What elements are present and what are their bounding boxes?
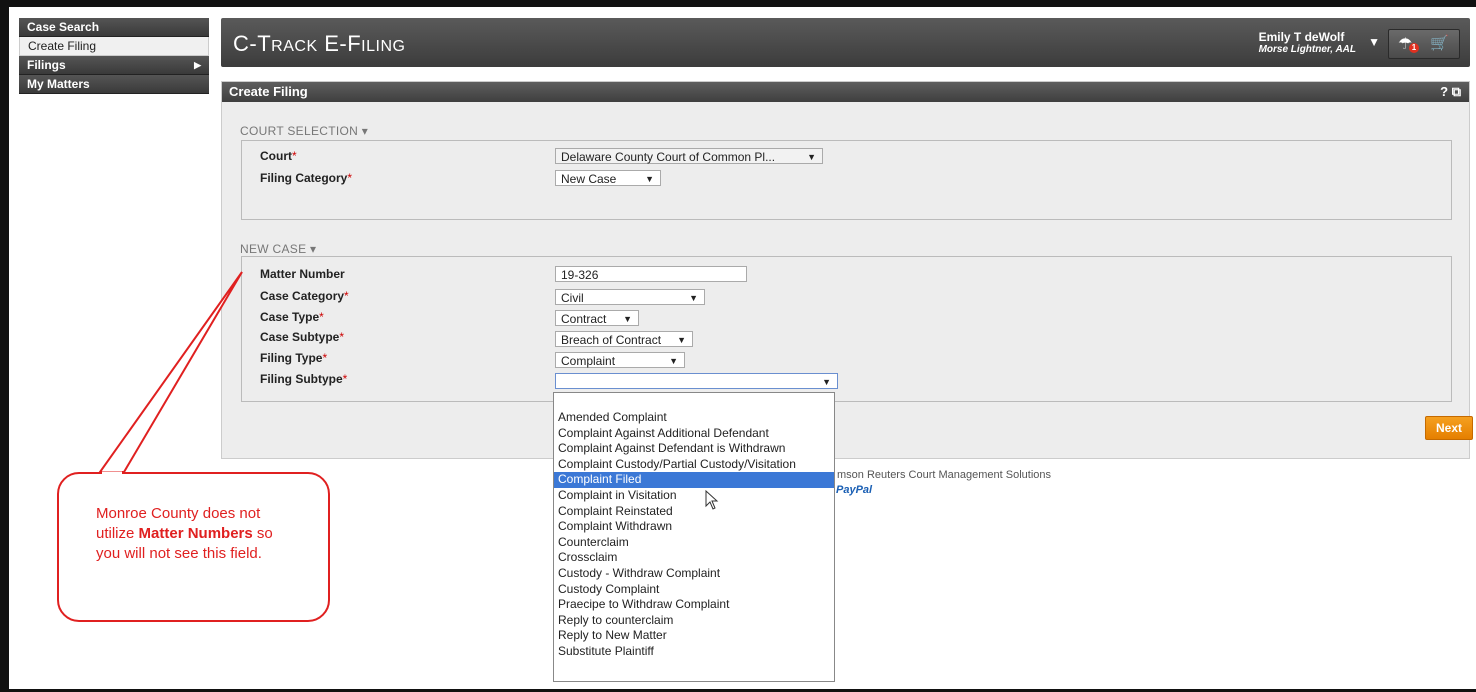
dropdown-option[interactable] bbox=[554, 393, 834, 410]
case-subtype-value: Breach of Contract bbox=[561, 333, 662, 347]
dropdown-arrow-icon: ▼ bbox=[677, 335, 686, 345]
user-name: Emily T deWolf bbox=[1258, 30, 1345, 44]
dropdown-arrow-icon: ▼ bbox=[689, 293, 698, 303]
dropdown-option[interactable]: Praecipe to Withdraw Complaint bbox=[554, 597, 834, 613]
dropdown-option[interactable]: Complaint Against Defendant is Withdrawn bbox=[554, 441, 834, 457]
user-menu[interactable]: Emily T deWolf Morse Lightner, AAL bbox=[1259, 30, 1356, 55]
dropdown-option[interactable]: Reply to counterclaim bbox=[554, 613, 834, 629]
filing-subtype-select[interactable]: ▼ bbox=[555, 373, 838, 389]
case-type-value: Contract bbox=[561, 312, 607, 326]
dropdown-option[interactable]: Complaint Custody/Partial Custody/Visita… bbox=[554, 457, 834, 473]
callout-pointer-shape bbox=[98, 271, 243, 473]
dropdown-option[interactable]: Reply to New Matter bbox=[554, 628, 834, 644]
user-menu-caret-icon[interactable]: ▼ bbox=[1368, 35, 1380, 49]
filing-category-value: New Case bbox=[561, 172, 617, 186]
dropdown-option[interactable]: Amended Complaint bbox=[554, 410, 834, 426]
filing-subtype-dropdown-list[interactable]: Amended Complaint Complaint Against Addi… bbox=[553, 392, 835, 682]
user-firm: Morse Lightner, AAL bbox=[1258, 44, 1356, 55]
help-popout-icons[interactable]: ? ⧉ bbox=[1440, 82, 1461, 102]
dropdown-option[interactable]: Substitute Plaintiff bbox=[554, 644, 834, 660]
header-actions: ☂ 1 🛒 bbox=[1388, 29, 1460, 59]
next-button[interactable]: Next bbox=[1425, 416, 1473, 440]
case-subtype-select[interactable]: Breach of Contract ▼ bbox=[555, 331, 693, 347]
app-header: C-TRACK E-FILING Emily T deWolf Morse Li… bbox=[221, 18, 1470, 67]
dropdown-option[interactable]: Complaint Withdrawn bbox=[554, 519, 834, 535]
dropdown-arrow-icon: ▼ bbox=[623, 314, 632, 324]
filing-type-select[interactable]: Complaint ▼ bbox=[555, 352, 685, 368]
panel-body: COURT SELECTION ▾ Court* Delaware County… bbox=[222, 102, 1473, 458]
paypal-logo: PayPal bbox=[836, 484, 873, 496]
dropdown-option-highlighted[interactable]: Complaint Filed bbox=[554, 472, 834, 488]
case-category-select[interactable]: Civil ▼ bbox=[555, 289, 705, 305]
annotation-callout: Monroe County does not utilize Matter Nu… bbox=[57, 472, 330, 622]
court-select-value: Delaware County Court of Common Pl... bbox=[561, 150, 776, 164]
callout-pointer bbox=[98, 271, 243, 473]
dropdown-option[interactable]: Custody Complaint bbox=[554, 582, 834, 598]
dropdown-arrow-icon: ▼ bbox=[822, 377, 831, 387]
court-select[interactable]: Delaware County Court of Common Pl... ▼ bbox=[555, 148, 823, 164]
dropdown-option[interactable]: Custody - Withdraw Complaint bbox=[554, 566, 834, 582]
footer-text: mson Reuters Court Management Solutions bbox=[837, 469, 1051, 481]
dropdown-option[interactable]: Complaint in Visitation bbox=[554, 488, 834, 504]
create-filing-panel: Create Filing ? ⧉ COURT SELECTION ▾ Cour… bbox=[221, 81, 1473, 459]
matter-number-input[interactable]: 19-326 bbox=[555, 266, 747, 282]
new-case-box bbox=[241, 256, 1452, 402]
dropdown-arrow-icon: ▼ bbox=[807, 152, 816, 162]
panel-header: Create Filing ? ⧉ bbox=[222, 82, 1469, 102]
case-type-select[interactable]: Contract ▼ bbox=[555, 310, 639, 326]
dropdown-arrow-icon: ▼ bbox=[669, 356, 678, 366]
filing-type-value: Complaint bbox=[561, 354, 616, 368]
mouse-cursor-icon bbox=[705, 490, 719, 510]
callout-text: Monroe County does not utilize Matter Nu… bbox=[96, 505, 273, 562]
alerts-badge: 1 bbox=[1409, 43, 1419, 53]
dropdown-option[interactable]: Complaint Against Additional Defendant bbox=[554, 426, 834, 442]
cart-icon[interactable]: 🛒 bbox=[1430, 34, 1449, 52]
case-category-value: Civil bbox=[561, 291, 584, 305]
matter-number-value: 19-326 bbox=[561, 268, 599, 282]
filing-category-select[interactable]: New Case ▼ bbox=[555, 170, 661, 186]
dropdown-arrow-icon: ▼ bbox=[645, 174, 654, 184]
dropdown-option[interactable]: Crossclaim bbox=[554, 550, 834, 566]
court-selection-box bbox=[241, 140, 1452, 220]
dropdown-option[interactable]: Counterclaim bbox=[554, 535, 834, 551]
dropdown-option[interactable]: Complaint Reinstated bbox=[554, 504, 834, 520]
